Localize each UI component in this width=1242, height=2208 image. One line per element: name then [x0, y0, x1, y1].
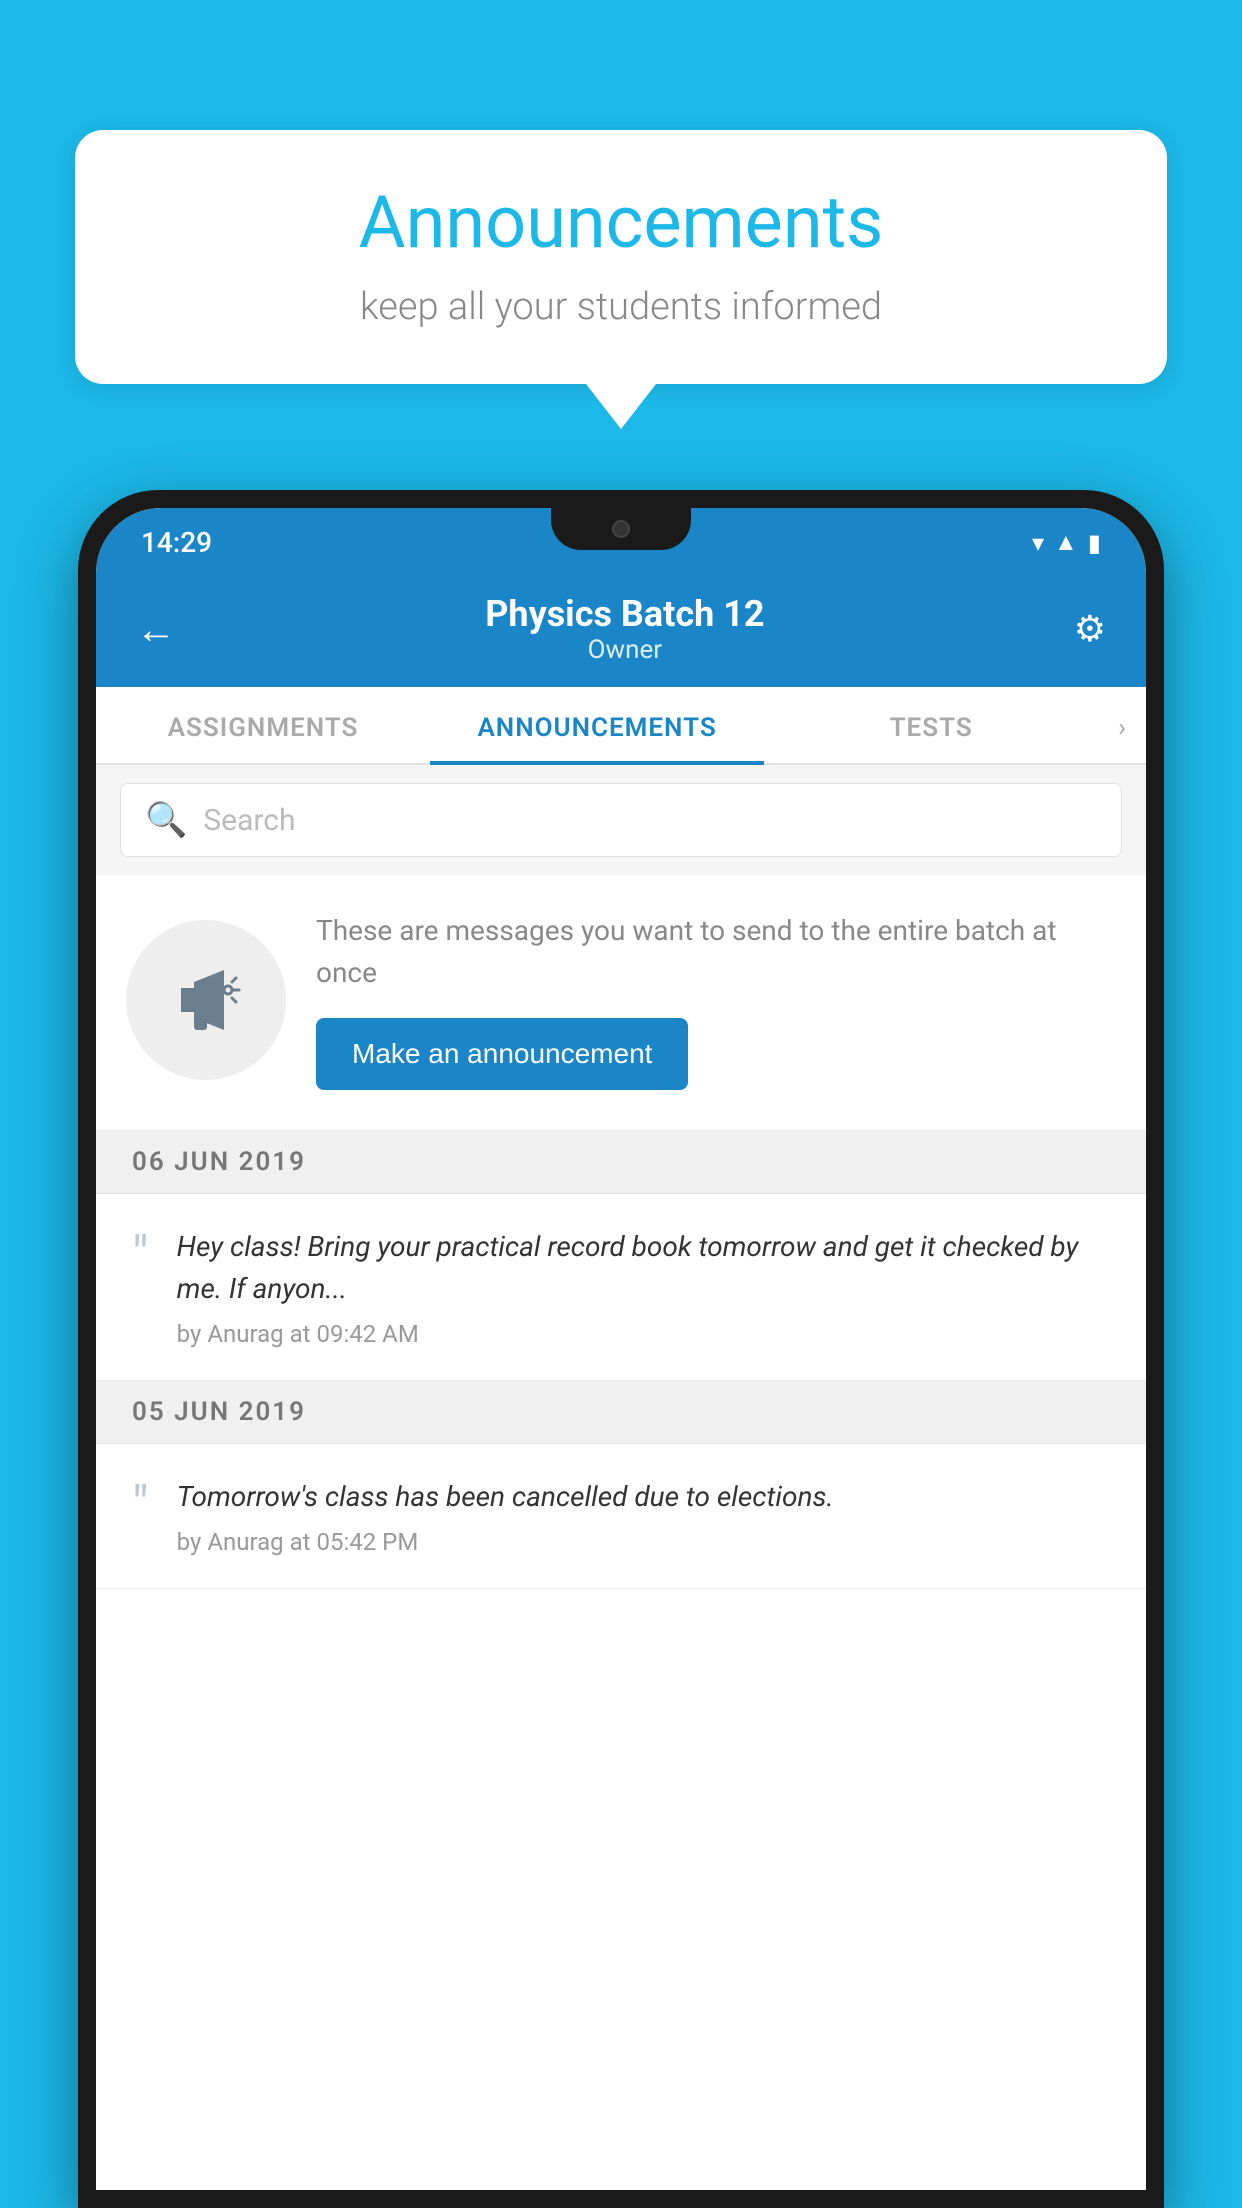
tabs-container: ASSIGNMENTS ANNOUNCEMENTS TESTS › [96, 687, 1146, 765]
batch-subtitle: Owner [176, 635, 1074, 665]
promo-icon-circle [126, 920, 286, 1080]
speech-bubble-tail [586, 384, 656, 429]
search-container: 🔍 Search [96, 765, 1146, 875]
announcement-item-1: " Hey class! Bring your practical record… [96, 1194, 1146, 1381]
make-announcement-button[interactable]: Make an announcement [316, 1018, 688, 1090]
announcement-item-2: " Tomorrow's class has been cancelled du… [96, 1444, 1146, 1589]
announcement-content-2: Tomorrow's class has been cancelled due … [177, 1476, 1110, 1556]
settings-icon[interactable]: ⚙ [1074, 608, 1106, 650]
quote-icon-2: " [132, 1480, 149, 1532]
back-button[interactable]: ← [136, 606, 176, 653]
status-time: 14:29 [141, 526, 212, 559]
phone-screen: 14:29 ▾ ▲ ▮ ← Physics Batch 12 Owner ⚙ A… [96, 508, 1146, 2190]
tab-assignments[interactable]: ASSIGNMENTS [96, 687, 430, 763]
camera [612, 520, 630, 538]
promo-description: These are messages you want to send to t… [316, 910, 1116, 994]
announcements-title: Announcements [135, 180, 1107, 265]
search-bar[interactable]: 🔍 Search [120, 783, 1122, 857]
search-icon: 🔍 [145, 800, 187, 840]
battery-icon: ▮ [1088, 529, 1101, 557]
tab-announcements[interactable]: ANNOUNCEMENTS [430, 687, 764, 763]
announcements-subtitle: keep all your students informed [135, 285, 1107, 329]
search-input[interactable]: Search [203, 803, 295, 838]
signal-icon: ▲ [1054, 528, 1078, 557]
announcement-meta-1: by Anurag at 09:42 AM [177, 1320, 1110, 1348]
announcement-text-2: Tomorrow's class has been cancelled due … [177, 1476, 1110, 1518]
tab-more[interactable]: › [1098, 687, 1146, 763]
status-bar: 14:29 ▾ ▲ ▮ [96, 508, 1146, 573]
megaphone-icon [166, 960, 246, 1040]
notch [551, 508, 691, 550]
quote-icon-1: " [132, 1230, 149, 1282]
date-separator-1: 06 JUN 2019 [96, 1131, 1146, 1194]
announcement-meta-2: by Anurag at 05:42 PM [177, 1528, 1110, 1556]
date-separator-2: 05 JUN 2019 [96, 1381, 1146, 1444]
app-bar: ← Physics Batch 12 Owner ⚙ [96, 573, 1146, 687]
promo-content: These are messages you want to send to t… [316, 910, 1116, 1090]
announcement-content-1: Hey class! Bring your practical record b… [177, 1226, 1110, 1348]
promo-card: These are messages you want to send to t… [96, 875, 1146, 1131]
tab-tests[interactable]: TESTS [764, 687, 1098, 763]
speech-bubble-container: Announcements keep all your students inf… [75, 130, 1167, 429]
app-bar-center: Physics Batch 12 Owner [176, 593, 1074, 665]
announcement-text-1: Hey class! Bring your practical record b… [177, 1226, 1110, 1310]
speech-bubble: Announcements keep all your students inf… [75, 130, 1167, 384]
status-icons: ▾ ▲ ▮ [1032, 528, 1101, 557]
scroll-area[interactable]: 🔍 Search [96, 765, 1146, 2190]
batch-title: Physics Batch 12 [176, 593, 1074, 635]
phone-frame: 14:29 ▾ ▲ ▮ ← Physics Batch 12 Owner ⚙ A… [78, 490, 1164, 2208]
wifi-icon: ▾ [1032, 529, 1044, 557]
